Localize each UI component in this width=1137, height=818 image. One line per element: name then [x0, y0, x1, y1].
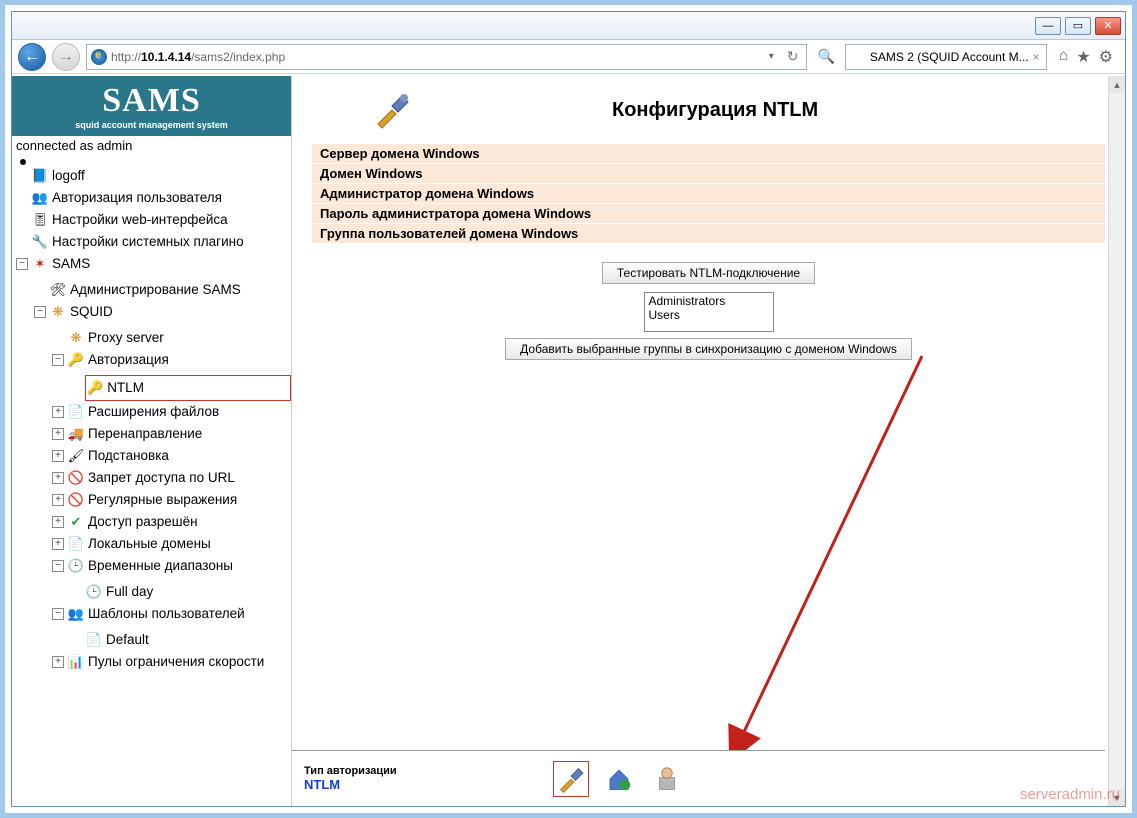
- browser-window: — ▭ ✕ ← → http://10.1.4.14/sams2/index.p…: [11, 11, 1126, 807]
- tree-item-sys-plugins[interactable]: 🔧Настройки системных плагино: [32, 231, 244, 253]
- tab-favicon: [852, 50, 866, 64]
- field-domain: Домен Windows: [312, 164, 1105, 184]
- tree-item-user-auth[interactable]: 👥Авторизация пользователя: [32, 187, 222, 209]
- expand-icon[interactable]: +: [52, 472, 64, 484]
- tab-close-icon[interactable]: ×: [1033, 50, 1040, 64]
- tree-item-authorization[interactable]: 🔑Авторизация: [68, 349, 169, 371]
- groups-listbox[interactable]: Administrators Users: [644, 292, 774, 332]
- list-item[interactable]: Users: [649, 308, 769, 322]
- home-config-icon[interactable]: [601, 761, 637, 797]
- tree-item-ntlm[interactable]: 🔑NTLM: [85, 375, 291, 401]
- connection-status: connected as admin: [12, 136, 291, 155]
- expand-icon[interactable]: +: [52, 656, 64, 668]
- tree-item-sams[interactable]: ✶SAMS: [32, 253, 90, 275]
- vertical-scrollbar[interactable]: ▲ ▼: [1108, 76, 1125, 806]
- tree-item-admin-sams[interactable]: 🛠Администрирование SAMS: [50, 279, 241, 301]
- forward-button[interactable]: →: [52, 43, 80, 71]
- tab-title: SAMS 2 (SQUID Account M...: [870, 50, 1029, 64]
- field-server: Сервер домена Windows: [312, 144, 1105, 164]
- tree-item-deny-url[interactable]: 🚫Запрет доступа по URL: [68, 467, 235, 489]
- tree-item-allow[interactable]: ✔Доступ разрешён: [68, 511, 198, 533]
- expand-icon[interactable]: +: [52, 538, 64, 550]
- expand-icon[interactable]: +: [52, 450, 64, 462]
- brand-subtitle: squid account management system: [12, 120, 291, 134]
- scroll-up-icon[interactable]: ▲: [1109, 76, 1125, 93]
- field-group: Группа пользователей домена Windows: [312, 224, 1105, 244]
- url-field[interactable]: http://10.1.4.14/sams2/index.php ▾ ↻: [86, 44, 807, 70]
- tree-item-file-ext[interactable]: 📄Расширения файлов: [68, 401, 219, 423]
- expand-icon[interactable]: −: [16, 258, 28, 270]
- minimize-button[interactable]: —: [1035, 17, 1061, 35]
- maximize-button[interactable]: ▭: [1065, 17, 1091, 35]
- tree-item-user-templates[interactable]: 👥Шаблоны пользователей: [68, 603, 245, 625]
- tree-item-local-domains[interactable]: 📄Локальные домены: [68, 533, 211, 555]
- favorites-icon[interactable]: ★: [1076, 47, 1090, 67]
- config-icon[interactable]: [553, 761, 589, 797]
- home-icon[interactable]: ⌂: [1059, 47, 1069, 67]
- field-password: Пароль администратора домена Windows: [312, 204, 1105, 224]
- expand-icon[interactable]: +: [52, 428, 64, 440]
- auth-type-value: NTLM: [304, 777, 397, 792]
- annotation-arrow-icon: [672, 336, 932, 806]
- url-dropdown-icon[interactable]: ▾: [769, 51, 783, 62]
- wrench-screwdriver-icon: [372, 90, 412, 130]
- window-titlebar: — ▭ ✕: [12, 12, 1125, 40]
- tree-item-full-day[interactable]: 🕒Full day: [86, 581, 153, 603]
- expand-icon[interactable]: −: [52, 354, 64, 366]
- page-title: Конфигурация NTLM: [612, 99, 818, 122]
- tree-item-logoff[interactable]: 📘logoff: [32, 165, 85, 187]
- brand-name: SAMS: [12, 82, 291, 120]
- tree-item-default[interactable]: 📄Default: [86, 629, 149, 651]
- tree-item-squid[interactable]: ❋SQUID: [50, 301, 113, 323]
- bottom-toolbar: Тип авторизации NTLM: [292, 750, 1105, 806]
- tree-item-proxy[interactable]: ❋Proxy server: [68, 327, 164, 349]
- tree-item-speed-pools[interactable]: 📊Пулы ограничения скорости: [68, 651, 264, 673]
- field-admin: Администратор домена Windows: [312, 184, 1105, 204]
- expand-icon[interactable]: −: [34, 306, 46, 318]
- expand-icon[interactable]: +: [52, 406, 64, 418]
- close-button[interactable]: ✕: [1095, 17, 1121, 35]
- ie-icon: [91, 49, 107, 65]
- search-icon[interactable]: 🔍: [817, 48, 834, 65]
- tree-item-time-ranges[interactable]: 🕒Временные диапазоны: [68, 555, 233, 577]
- add-groups-button[interactable]: Добавить выбранные группы в синхронизаци…: [505, 338, 912, 360]
- brand-header: SAMS squid account management system: [12, 76, 291, 136]
- expand-icon[interactable]: −: [52, 608, 64, 620]
- users-icon[interactable]: [649, 761, 685, 797]
- back-button[interactable]: ←: [18, 43, 46, 71]
- expand-icon[interactable]: +: [52, 494, 64, 506]
- expand-icon[interactable]: −: [52, 560, 64, 572]
- main-content: Конфигурация NTLM Сервер домена Windows …: [292, 76, 1125, 806]
- sidebar: SAMS squid account management system con…: [12, 76, 292, 806]
- tree-item-regex[interactable]: 🚫Регулярные выражения: [68, 489, 237, 511]
- tools-icon[interactable]: ⚙: [1099, 47, 1113, 67]
- list-item[interactable]: Administrators: [649, 294, 769, 308]
- url-text: http://10.1.4.14/sams2/index.php: [111, 50, 769, 64]
- browser-tab[interactable]: SAMS 2 (SQUID Account M... ×: [845, 44, 1047, 70]
- watermark: serveradmin.ru: [1020, 786, 1120, 803]
- auth-type-label: Тип авторизации: [304, 765, 397, 777]
- tree-item-redirect[interactable]: 🚚Перенаправление: [68, 423, 202, 445]
- expand-icon[interactable]: +: [52, 516, 64, 528]
- refresh-icon[interactable]: ↻: [787, 48, 799, 65]
- tree-item-web-settings[interactable]: 🎚Настройки web-интерфейса: [32, 209, 228, 231]
- tree-item-subst[interactable]: 🖌Подстановка: [68, 445, 169, 467]
- test-ntlm-button[interactable]: Тестировать NTLM-подключение: [602, 262, 815, 284]
- nav-tree: 📘logoff 👥Авторизация пользователя 🎚Настр…: [12, 155, 291, 806]
- address-bar: ← → http://10.1.4.14/sams2/index.php ▾ ↻…: [12, 40, 1125, 74]
